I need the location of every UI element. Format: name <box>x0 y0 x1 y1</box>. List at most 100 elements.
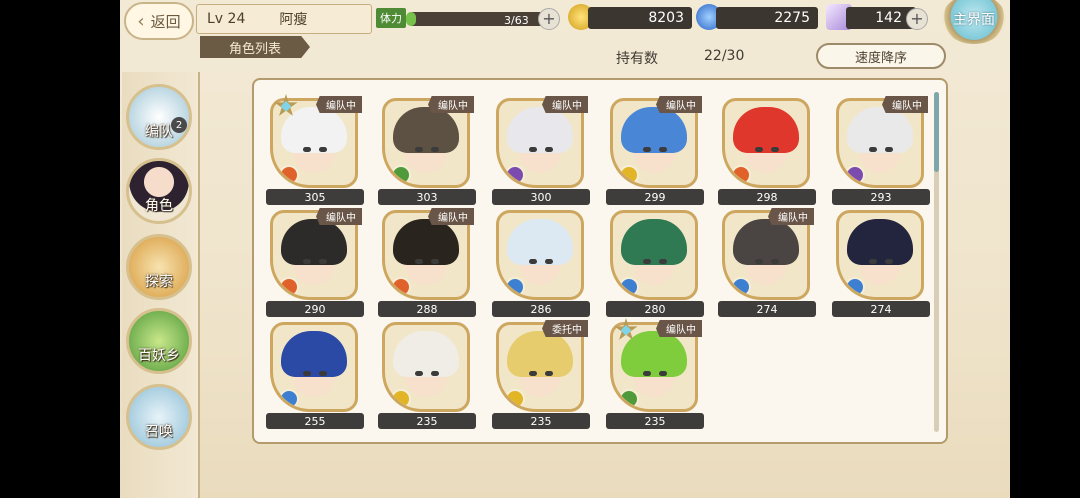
character-hair <box>281 331 347 377</box>
character-eye <box>755 147 763 152</box>
status-tag: 委托中 <box>542 320 588 337</box>
tab-character-list: 角色列表 <box>200 36 310 58</box>
character-eye <box>659 259 667 264</box>
owned-count-value: 22/30 <box>704 48 745 64</box>
character-eye <box>545 147 553 152</box>
character-eye <box>319 259 327 264</box>
status-tag: 编队中 <box>656 96 702 113</box>
character-portrait <box>382 322 470 412</box>
character-eye <box>771 259 779 264</box>
character-hair <box>281 219 347 265</box>
character-card[interactable]: 255 <box>266 322 364 432</box>
owned-count-label: 持有数 <box>616 51 658 67</box>
sidebar-item-character[interactable]: 角色 <box>126 158 192 224</box>
character-card[interactable]: 274 <box>832 210 930 320</box>
sidebar-item-label: 百妖乡 <box>138 348 180 364</box>
character-card[interactable]: 编队中 300 <box>492 96 590 208</box>
sidebar-item-summon[interactable]: 召唤 <box>126 384 192 450</box>
character-eye <box>771 147 779 152</box>
character-card[interactable]: 编队中 299 <box>606 96 704 208</box>
character-hair <box>847 219 913 265</box>
status-tag: 编队中 <box>542 96 588 113</box>
character-card[interactable]: 编队中 303 <box>378 96 476 208</box>
back-button[interactable]: ‹ 返回 <box>124 2 194 40</box>
stamina-fill <box>406 12 416 26</box>
character-eye <box>529 371 537 376</box>
character-card[interactable]: 委托中 235 <box>492 320 590 432</box>
character-card[interactable]: 298 <box>718 98 816 208</box>
character-speed: 235 <box>606 413 704 429</box>
character-speed: 255 <box>266 413 364 429</box>
character-eye <box>643 371 651 376</box>
sidebar-item-formation[interactable]: 2 编队 <box>126 84 192 150</box>
character-speed: 235 <box>378 413 476 429</box>
character-speed: 286 <box>492 301 590 317</box>
right-letterbox <box>1010 0 1080 498</box>
sidebar-item-village[interactable]: 百妖乡 <box>126 308 192 374</box>
character-eye <box>755 259 763 264</box>
character-speed: 274 <box>832 301 930 317</box>
character-eye <box>529 259 537 264</box>
character-portrait <box>496 210 584 300</box>
character-portrait <box>836 210 924 300</box>
formation-badge: 2 <box>171 117 187 133</box>
character-hair <box>621 107 687 153</box>
character-card[interactable]: 编队中 293 <box>832 96 930 208</box>
status-tag: 编队中 <box>428 208 474 225</box>
sidebar-item-label: 编队 <box>145 124 173 140</box>
light-element-icon <box>619 165 639 185</box>
character-card[interactable]: ◆ 编队中 235 <box>606 318 704 432</box>
gold-amount: 8203 <box>588 7 692 29</box>
character-speed: 235 <box>492 413 590 429</box>
sidebar-item-label: 召唤 <box>145 424 173 440</box>
fire-element-icon <box>731 165 751 185</box>
character-eye <box>319 371 327 376</box>
character-card[interactable]: 编队中 274 <box>718 208 816 320</box>
sidebar-item-explore[interactable]: 探索 <box>126 234 192 300</box>
character-eye <box>303 147 311 152</box>
character-speed: 280 <box>606 301 704 317</box>
wind-element-icon <box>619 389 639 409</box>
character-eye <box>303 259 311 264</box>
character-card[interactable]: 286 <box>492 210 590 320</box>
status-tag: 编队中 <box>768 208 814 225</box>
character-hair <box>393 107 459 153</box>
character-card[interactable]: 235 <box>378 322 476 432</box>
water-element-icon <box>731 277 751 297</box>
status-tag: 编队中 <box>316 208 362 225</box>
character-eye <box>659 147 667 152</box>
status-tag: 编队中 <box>428 96 474 113</box>
dark-element-icon <box>845 165 865 185</box>
add-crystal-button[interactable]: + <box>906 8 928 30</box>
status-tag: 编队中 <box>656 320 702 337</box>
character-speed: 274 <box>718 301 816 317</box>
character-hair <box>507 219 573 265</box>
character-eye <box>659 371 667 376</box>
character-card[interactable]: 280 <box>606 210 704 320</box>
add-stamina-button[interactable]: + <box>538 8 560 30</box>
back-label: 返回 <box>150 12 181 31</box>
character-eye <box>415 147 423 152</box>
sort-button[interactable]: 速度降序 <box>816 43 946 69</box>
character-hair <box>621 219 687 265</box>
character-speed: 300 <box>492 189 590 205</box>
game-screen: ‹ 返回 Lv 24 阿瘦 角色列表 体力 3/63 + 8203 2275 1… <box>120 0 1010 498</box>
light-element-icon <box>505 389 525 409</box>
water-element-icon <box>505 277 525 297</box>
character-eye <box>529 147 537 152</box>
character-card[interactable]: 编队中 288 <box>378 208 476 320</box>
character-speed: 305 <box>266 189 364 205</box>
home-button[interactable]: 主界面 <box>942 0 1006 44</box>
stamina-label: 体力 <box>376 8 406 28</box>
character-eye <box>431 259 439 264</box>
scrollbar-thumb[interactable] <box>934 92 939 172</box>
stamina-value: 3/63 <box>504 14 529 27</box>
character-card[interactable]: ◆ 编队中 305 <box>266 94 364 208</box>
character-card[interactable]: 编队中 290 <box>266 208 364 320</box>
water-element-icon <box>619 277 639 297</box>
player-name: 阿瘦 <box>279 12 308 28</box>
player-level: Lv 24 <box>207 11 246 27</box>
wind-element-icon <box>391 165 411 185</box>
character-speed: 288 <box>378 301 476 317</box>
character-eye <box>869 147 877 152</box>
